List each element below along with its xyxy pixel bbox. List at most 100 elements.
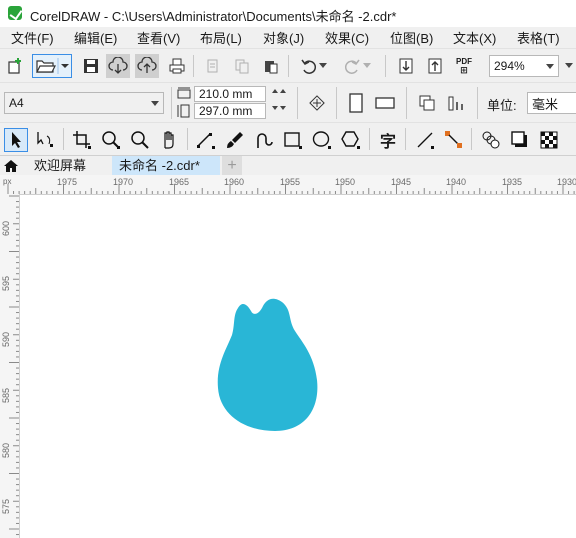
home-icon[interactable] <box>0 156 22 176</box>
freehand-tool-icon[interactable] <box>195 129 217 151</box>
menu-effects[interactable]: 效果(C) <box>325 28 369 47</box>
page-width-input[interactable]: 210.0 mm <box>194 86 266 102</box>
polygon-tool-icon[interactable] <box>340 129 362 151</box>
open-document-button[interactable] <box>32 54 72 78</box>
zoom-level-dropdown[interactable]: 294% <box>489 55 559 77</box>
menu-bitmaps[interactable]: 位图(B) <box>390 28 433 47</box>
ruler-tick-label: 1955 <box>280 177 301 187</box>
text-tool-icon[interactable]: 字 <box>377 129 399 151</box>
shape-tool-icon[interactable] <box>34 129 56 151</box>
menu-text[interactable]: 文本(X) <box>453 28 496 47</box>
pick-tool-icon[interactable] <box>4 128 28 152</box>
drop-shadow-tool-icon[interactable] <box>509 129 531 151</box>
pan-tool-icon[interactable] <box>158 129 180 151</box>
ruler-tick-label: 595 <box>1 275 11 291</box>
copy-icon[interactable] <box>231 55 253 77</box>
menu-view[interactable]: 查看(V) <box>137 28 180 47</box>
cut-icon[interactable] <box>202 55 224 77</box>
zoom-options-icon[interactable] <box>562 55 576 77</box>
export-icon[interactable] <box>424 55 446 77</box>
ruler-tick-label: 1945 <box>391 177 412 187</box>
rectangle-tool-icon[interactable] <box>282 129 304 151</box>
redo-dropdown-icon[interactable] <box>362 55 372 77</box>
add-tab-label: + <box>227 157 237 174</box>
drawing-canvas[interactable] <box>20 195 576 538</box>
cloud-download-icon[interactable] <box>106 54 130 78</box>
ruler-tick-label: 1935 <box>502 177 523 187</box>
menu-layout[interactable]: 布局(L) <box>200 28 242 47</box>
menu-edit[interactable]: 编辑(E) <box>74 28 117 47</box>
units-value: 毫米 <box>532 96 559 112</box>
new-document-icon[interactable] <box>4 55 26 77</box>
page-width-spinner[interactable] <box>266 86 290 102</box>
tab-welcome-label: 欢迎屏幕 <box>34 158 87 173</box>
tab-welcome-screen[interactable]: 欢迎屏幕 <box>22 156 112 176</box>
ruler-tick-label: 1940 <box>446 177 467 187</box>
tab-document[interactable]: 未命名 -2.cdr* <box>112 156 220 176</box>
ruler-unit-label: px <box>3 177 12 186</box>
all-pages-icon[interactable] <box>416 92 438 114</box>
zoom-level-value: 294% <box>494 59 525 73</box>
import-icon[interactable] <box>395 55 417 77</box>
tab-document-label: 未命名 -2.cdr* <box>119 158 200 173</box>
crop-tool-icon[interactable] <box>71 129 93 151</box>
paste-icon[interactable] <box>260 55 282 77</box>
page-size-value: A4 <box>9 96 24 110</box>
units-label: 单位: <box>487 98 517 113</box>
undo-dropdown-icon[interactable] <box>318 55 328 77</box>
blend-tool-icon[interactable] <box>480 129 502 151</box>
landscape-orientation-icon[interactable] <box>374 93 396 113</box>
page-layout-options-icon[interactable] <box>306 92 328 114</box>
page-size-dropdown[interactable]: A4 <box>4 92 164 114</box>
add-tab-button[interactable]: + <box>222 156 242 176</box>
connector-tool-icon[interactable] <box>443 129 465 151</box>
save-icon[interactable] <box>80 55 102 77</box>
toolbox: 字 <box>0 122 576 156</box>
artistic-media-tool-icon[interactable] <box>224 129 246 151</box>
window-title: CorelDRAW - C:\Users\Administrator\Docum… <box>30 9 397 24</box>
coreldraw-logo-icon <box>8 6 22 20</box>
ruler-tick-label: 600 <box>1 220 11 236</box>
undo-icon[interactable] <box>298 55 320 77</box>
ellipse-tool-icon[interactable] <box>311 129 333 151</box>
title-bar: CorelDRAW - C:\Users\Administrator\Docum… <box>0 0 576 27</box>
cloud-upload-icon[interactable] <box>135 54 159 78</box>
redo-icon[interactable] <box>341 55 363 77</box>
page-height-input[interactable]: 297.0 mm <box>194 103 266 119</box>
publish-pdf-icon[interactable]: PDF ⊞ <box>453 55 475 77</box>
menu-file[interactable]: 文件(F) <box>11 28 54 47</box>
property-bar: A4 210.0 mm 297.0 mm 单位: 毫米 <box>0 82 576 123</box>
standard-toolbar: PDF ⊞ 294% <box>0 48 576 83</box>
ruler-tick-label: 1970 <box>113 177 134 187</box>
magnifier-icon[interactable] <box>129 129 151 151</box>
portrait-orientation-icon[interactable] <box>346 91 366 115</box>
ruler-tick-label: 590 <box>1 331 11 347</box>
page-width-icon <box>176 85 192 101</box>
units-dropdown[interactable]: 毫米 <box>527 92 576 114</box>
dimension-tool-icon[interactable] <box>414 129 436 151</box>
print-icon[interactable] <box>166 55 188 77</box>
vertical-ruler[interactable]: 600 595 590 585 580 575 <box>0 194 20 538</box>
document-tab-bar: 欢迎屏幕 未命名 -2.cdr* + <box>0 155 576 176</box>
menu-object[interactable]: 对象(J) <box>263 28 304 47</box>
menu-table[interactable]: 表格(T) <box>517 28 560 47</box>
ruler-tick-label: 580 <box>1 442 11 458</box>
transparency-tool-icon[interactable] <box>538 129 560 151</box>
ruler-tick-label: 1965 <box>169 177 190 187</box>
ruler-tick-label: 1950 <box>335 177 356 187</box>
ruler-tick-label: 575 <box>1 498 11 514</box>
chevron-down-icon <box>151 101 159 106</box>
page-height-icon <box>176 103 192 119</box>
ruler-tick-label: 1960 <box>224 177 245 187</box>
current-page-icon[interactable] <box>446 92 468 114</box>
ruler-tick-label: 1930 <box>557 177 576 187</box>
ruler-tick-label: 1975 <box>57 177 78 187</box>
zoom-tool-icon[interactable] <box>100 129 122 151</box>
page-width-value: 210.0 mm <box>199 87 253 101</box>
horizontal-ruler[interactable]: px 1975 1970 1965 1960 1955 1950 1945 19… <box>0 175 576 195</box>
ruler-tick-label: 585 <box>1 387 11 403</box>
menu-bar: 文件(F) 编辑(E) 查看(V) 布局(L) 对象(J) 效果(C) 位图(B… <box>0 27 576 48</box>
page-height-spinner[interactable] <box>266 103 290 119</box>
cyan-blob-shape[interactable] <box>217 298 318 431</box>
bezier-tool-icon[interactable] <box>253 129 275 151</box>
